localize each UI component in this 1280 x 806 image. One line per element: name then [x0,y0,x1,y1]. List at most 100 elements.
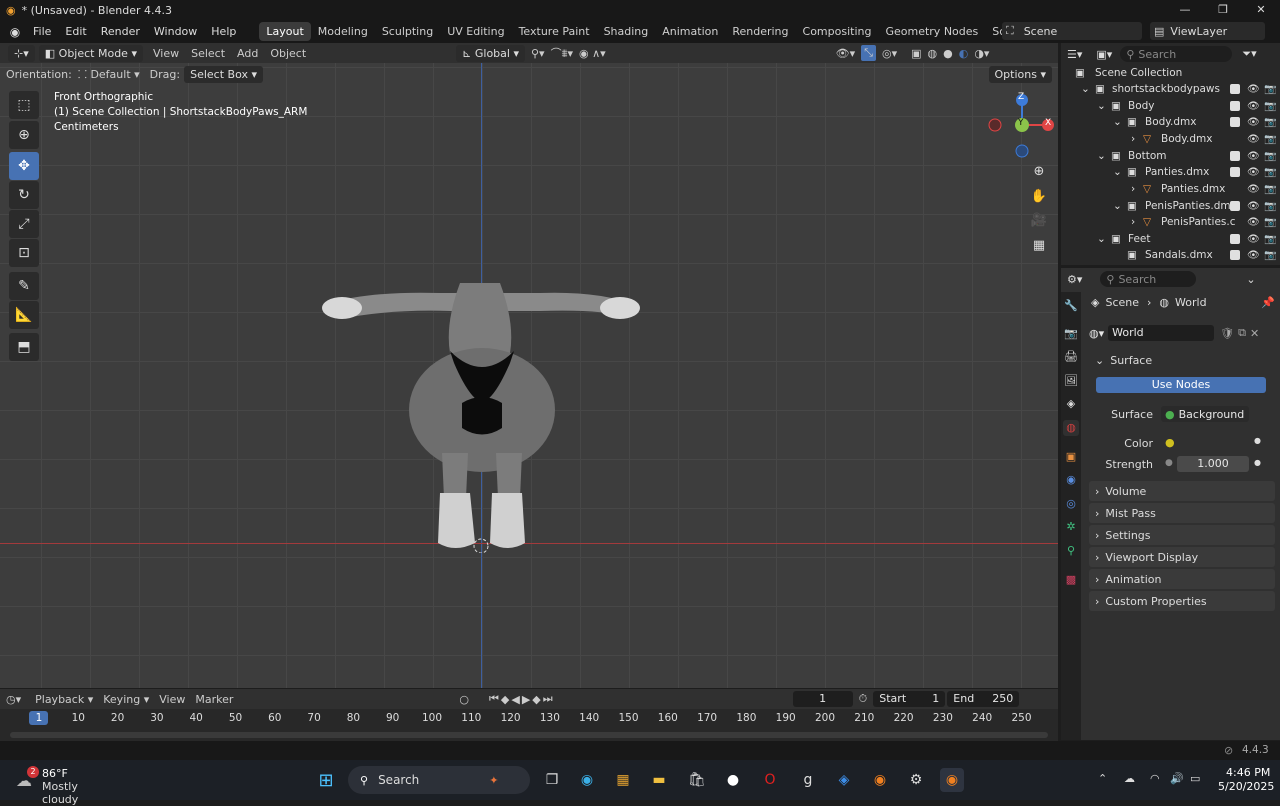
shading-solid-icon[interactable]: ● [943,47,953,60]
edge-icon[interactable]: ◉ [575,768,599,792]
blender-taskbar-icon[interactable]: ◉ [868,768,892,792]
unlink-icon[interactable]: ✕ [1250,327,1259,340]
animation-panel[interactable]: › Animation [1089,569,1275,589]
volume-panel[interactable]: › Volume [1089,481,1275,501]
outliner-row-panties-dmx[interactable]: ⌄ ▣ Panties.dmx 👁 📷 [1061,164,1280,180]
timeline-scrollbar[interactable] [10,732,1048,738]
outliner-row-shortstackbodypaws[interactable]: ⌄ ▣ shortstackbodypaws 👁 📷 [1061,81,1280,97]
strength-field[interactable]: 1.000 [1177,456,1249,472]
add-cube-tool-icon[interactable]: ⬒ [9,333,39,361]
orientation-dropdown[interactable]: ⸬ Default ▾ [78,67,140,82]
render-tab-icon[interactable]: 📷 [1063,326,1079,342]
pivot-icon[interactable]: ⚲▾ [531,47,545,60]
surface-shader-dropdown[interactable]: ● Background [1161,406,1249,422]
app-icon[interactable]: ● [721,768,745,792]
move-tool-icon[interactable]: ✥ [9,152,39,180]
blender-menu-icon[interactable]: ◉ [4,25,26,39]
outliner-row-body[interactable]: ⌄ ▣ Body 👁 📷 [1061,98,1280,114]
menu-add[interactable]: Add [237,47,258,60]
chevron-down-icon[interactable]: ⌄ [1246,273,1255,286]
camera-view-icon[interactable]: 🎥 [1028,209,1050,231]
color-keyframe-icon[interactable]: ● [1254,436,1261,445]
custom-properties-panel[interactable]: › Custom Properties [1089,591,1275,611]
texture-tab-icon[interactable]: ▩ [1063,572,1079,588]
file-explorer-icon[interactable]: ▬ [647,768,671,792]
tab-animation[interactable]: Animation [655,22,725,41]
tab-shading[interactable]: Shading [597,22,656,41]
gizmo-toggle-icon[interactable]: ⤡ [861,45,876,61]
physics-tab-icon[interactable]: ◎ [1063,496,1079,512]
maximize-button[interactable]: ❐ [1204,0,1242,20]
color-socket-icon[interactable]: ● [1165,436,1175,449]
volume-icon[interactable]: 🔊 [1170,772,1184,785]
display-mode-icon[interactable]: ▣▾ [1096,48,1112,61]
constraint-tab-icon[interactable]: ✲ [1063,519,1079,535]
cursor-tool-icon[interactable]: ⊕ [9,121,39,149]
measure-tool-icon[interactable]: 📐 [9,301,39,329]
visibility-icon[interactable]: 👁▾ [836,47,856,60]
tab-modeling[interactable]: Modeling [311,22,375,41]
world-tab-icon[interactable]: ◍ [1063,420,1079,436]
outliner-row-penispanties-dmx[interactable]: ⌄ ▣ PenisPanties.dmx 👁 📷 [1061,198,1280,214]
tab-layout[interactable]: Layout [259,22,311,41]
transform-tool-icon[interactable]: ⊡ [9,239,39,267]
shading-wireframe-icon[interactable]: ◍ [928,47,938,60]
world-selector[interactable]: ◍▾ World 🛡 ⧉ ✕ [1089,324,1275,342]
steam-icon[interactable]: ⚙ [904,768,928,792]
outliner-row-sandals-dmx[interactable]: ▣ Sandals.dmx 👁 📷 [1061,247,1280,263]
world-name-field[interactable]: World [1108,325,1215,341]
onedrive-icon[interactable]: ☁ [1124,772,1135,785]
3d-viewport[interactable]: ⊹▾ ◧ Object Mode ▾ View Select Add Objec… [0,43,1058,688]
rotate-tool-icon[interactable]: ↻ [9,181,39,209]
settings-panel[interactable]: › Settings [1089,525,1275,545]
tab-compositing[interactable]: Compositing [796,22,879,41]
blender-active-icon[interactable]: ◉ [940,768,964,792]
outliner-editor-icon[interactable]: ☰▾ [1067,48,1082,61]
scene-selector[interactable]: ⛶ Scene [1002,22,1142,40]
pan-hand-icon[interactable]: ✋ [1028,185,1050,207]
object-tab-icon[interactable]: ▣ [1063,449,1079,465]
navigation-gizmo[interactable]: Z Y X [988,92,1054,158]
mode-dropdown[interactable]: ◧ Object Mode ▾ [38,44,143,62]
weather-widget[interactable]: ☁ 2 86°F Mostly cloudy [14,765,114,806]
menu-file[interactable]: File [26,25,58,38]
task-view-icon[interactable]: ❐ [540,768,564,792]
timeline-editor[interactable]: ◷▾ Playback ▾ Keying ▾ View Marker ○ ⏮ ◆… [0,689,1058,741]
outliner-row-penispanties-object[interactable]: › ▽ PenisPanties.c 👁 📷 [1061,214,1280,230]
clock-time[interactable]: 4:46 PM [1226,766,1270,779]
strength-socket-icon[interactable]: ● [1165,458,1173,468]
opera-icon[interactable]: O [758,768,782,792]
proportional-edit-icon[interactable]: ◉ ∧▾ [579,47,606,60]
menu-help[interactable]: Help [204,25,243,38]
clock-date[interactable]: 5/20/2025 [1218,780,1274,793]
outliner-row-panties-dmx-object[interactable]: › ▽ Panties.dmx 👁 📷 [1061,181,1280,197]
data-tab-icon[interactable]: ⚲ [1063,543,1079,559]
dropbox-icon[interactable]: ◈ [832,768,856,792]
scene-tab-icon[interactable]: ◈ [1063,396,1079,412]
snap-icon[interactable]: ⌒⩩▾ [551,45,573,61]
outliner-search-input[interactable]: ⚲ Search [1120,46,1233,62]
outliner-row-bottom[interactable]: ⌄ ▣ Bottom 👁 📷 [1061,148,1280,164]
surface-panel-header[interactable]: ⌄ Surface [1089,350,1275,370]
transform-orientation-dropdown[interactable]: ⊾ Global ▾ [456,44,525,62]
duplicate-icon[interactable]: ⧉ [1238,326,1246,340]
outliner-row-feet[interactable]: ⌄ ▣ Feet 👁 📷 [1061,231,1280,247]
scale-tool-icon[interactable]: ⤢ [9,210,39,238]
microsoft-store-apps-icon[interactable]: ▦ [611,768,635,792]
annotate-tool-icon[interactable]: ✎ [9,272,39,300]
strength-keyframe-icon[interactable]: ● [1254,458,1261,467]
menu-window[interactable]: Window [147,25,204,38]
overlay-toggle-icon[interactable]: ◎▾ [882,47,897,60]
filter-icon[interactable]: ⏷▾ [1242,47,1256,61]
gog-icon[interactable]: g [796,768,820,792]
menu-view[interactable]: View [153,47,179,60]
zoom-icon[interactable]: ⊕ [1028,160,1050,182]
windows-start-icon[interactable]: ⊞ [314,768,338,792]
options-dropdown[interactable]: Options ▾ [988,65,1052,83]
shading-material-icon[interactable]: ◐ [959,47,969,60]
world-browse-icon[interactable]: ◍▾ [1089,327,1104,340]
xray-icon[interactable]: ▣ [911,47,921,60]
outliner-row-body-dmx-object[interactable]: › ▽ Body.dmx 👁 📷 [1061,131,1280,147]
tool-tab-icon[interactable]: 🔧 [1063,298,1079,314]
pin-icon[interactable]: 📌 [1261,296,1275,309]
